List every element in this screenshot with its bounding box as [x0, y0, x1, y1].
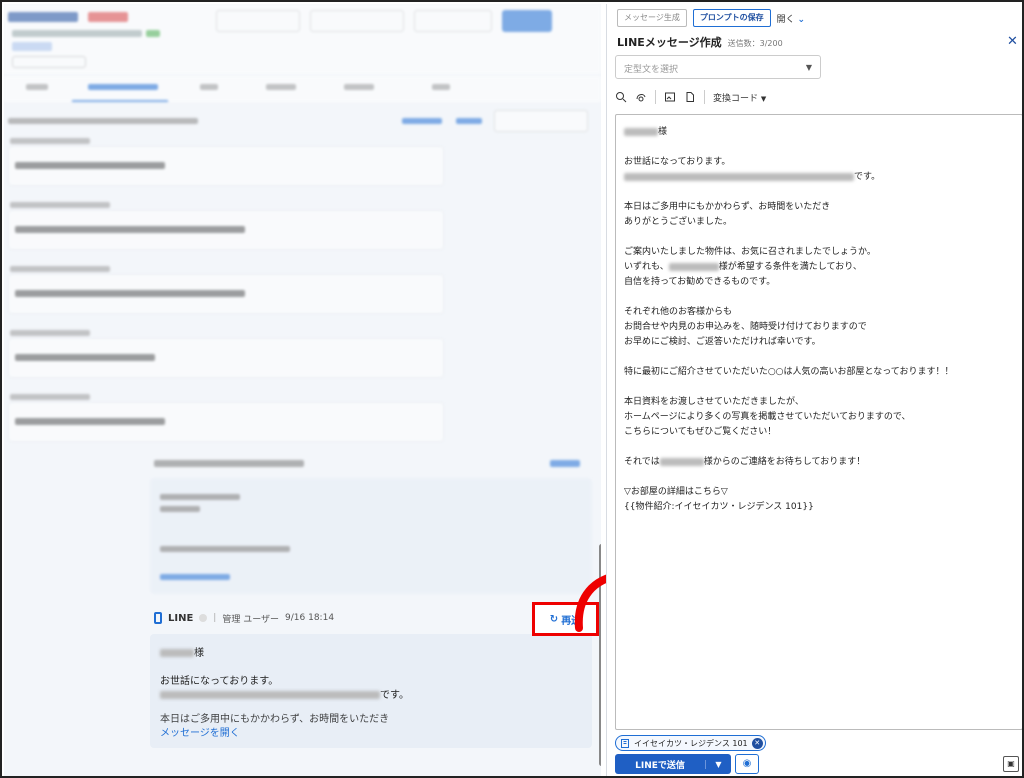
- screenshot-frame: LINE | 管理 ユーザー 9/16 18:14 様 お世話になっております。…: [0, 0, 1024, 778]
- generate-message-button[interactable]: メッセージ生成: [617, 9, 687, 27]
- ai-search-icon[interactable]: [615, 91, 627, 103]
- previous-message-card: [150, 478, 592, 594]
- history-row[interactable]: [8, 146, 444, 186]
- app-logo: [8, 12, 78, 22]
- customer-detail-panel: LINE | 管理 ユーザー 9/16 18:14 様 お世話になっております。…: [4, 4, 601, 776]
- file-icon[interactable]: [684, 91, 696, 103]
- message-card: 様 お世話になっております。 です。 本日はご多用中にもかかわらず、お時間をいた…: [150, 634, 592, 748]
- tab-4[interactable]: [266, 84, 296, 90]
- convert-code-dropdown[interactable]: 変換コード ▼: [713, 91, 766, 104]
- active-tab-indicator: [72, 100, 168, 102]
- history-toolbar: [4, 108, 601, 132]
- message-editor[interactable]: 様 お世話になっております。 です。 本日はご多用中にもかかわらず、お時間をいた…: [615, 114, 1022, 730]
- ai-rewrite-icon[interactable]: [635, 91, 647, 103]
- message-header: LINE | 管理 ユーザー 9/16 18:14: [154, 610, 334, 626]
- composer-title: LINEメッセージ作成 送信数：3/200: [617, 36, 783, 49]
- tab-5[interactable]: [344, 84, 374, 90]
- header-select-2[interactable]: [310, 10, 404, 32]
- template-select[interactable]: 定型文を選択 ▼: [615, 55, 821, 79]
- header-select-3[interactable]: [414, 10, 492, 32]
- toolbar-select[interactable]: [494, 110, 588, 132]
- remove-chip-icon[interactable]: ✕: [751, 737, 763, 749]
- tab-3[interactable]: [200, 84, 218, 90]
- status-badge: [88, 12, 128, 22]
- save-draft-icon[interactable]: ▣: [1003, 756, 1019, 772]
- history-row[interactable]: [8, 338, 444, 378]
- image-icon[interactable]: [664, 91, 676, 103]
- sender-name: 管理 ユーザー: [222, 614, 280, 625]
- channel-label: LINE: [168, 612, 194, 624]
- building-icon: [621, 739, 629, 748]
- editor-toolbar: 変換コード ▼: [615, 90, 766, 104]
- composer-toolbar: メッセージ生成 プロンプトの保存 開く ⌄: [617, 9, 805, 27]
- status-chip: [146, 30, 160, 37]
- open-message-link[interactable]: メッセージを開く: [160, 724, 240, 739]
- tag-link[interactable]: [12, 42, 52, 51]
- send-options-chevron-icon[interactable]: ▼: [705, 759, 731, 769]
- tab-bar: [4, 76, 601, 102]
- app-header: [4, 4, 601, 74]
- save-prompt-button[interactable]: プロンプトの保存: [692, 9, 771, 27]
- phone-icon: [154, 612, 162, 624]
- customer-subtitle: [12, 30, 142, 37]
- toolbar-link-2[interactable]: [456, 118, 482, 124]
- history-row[interactable]: [8, 210, 444, 250]
- header-select-1[interactable]: [216, 10, 300, 32]
- header-action-button[interactable]: [502, 10, 552, 32]
- caret-down-icon: ▼: [760, 94, 767, 103]
- history-row[interactable]: [8, 402, 444, 442]
- property-chip: イイセイカツ・レジデンス 101 ✕: [615, 735, 766, 751]
- close-icon[interactable]: ✕: [1007, 34, 1018, 49]
- send-count: 送信数：3/200: [727, 39, 783, 48]
- tab-1[interactable]: [26, 84, 48, 90]
- open-dropdown[interactable]: 開く ⌄: [777, 12, 805, 25]
- tab-6[interactable]: [432, 84, 450, 90]
- tag-button[interactable]: [12, 56, 86, 68]
- tab-2[interactable]: [88, 84, 158, 90]
- refresh-icon: ↻: [549, 613, 559, 625]
- history-row[interactable]: [8, 274, 444, 314]
- caret-down-icon: ▼: [805, 63, 812, 72]
- status-dot-icon: [199, 614, 208, 622]
- toolbar-link-1[interactable]: [402, 118, 442, 124]
- line-message-composer: メッセージ生成 プロンプトの保存 開く ⌄ LINEメッセージ作成 送信数：3/2…: [606, 4, 1022, 776]
- send-line-button[interactable]: LINEで送信 ▼: [615, 754, 731, 774]
- preview-eye-icon[interactable]: ◉: [735, 754, 759, 774]
- message-timestamp: 9/16 18:14: [285, 613, 335, 623]
- chevron-down-icon: ⌄: [797, 14, 806, 25]
